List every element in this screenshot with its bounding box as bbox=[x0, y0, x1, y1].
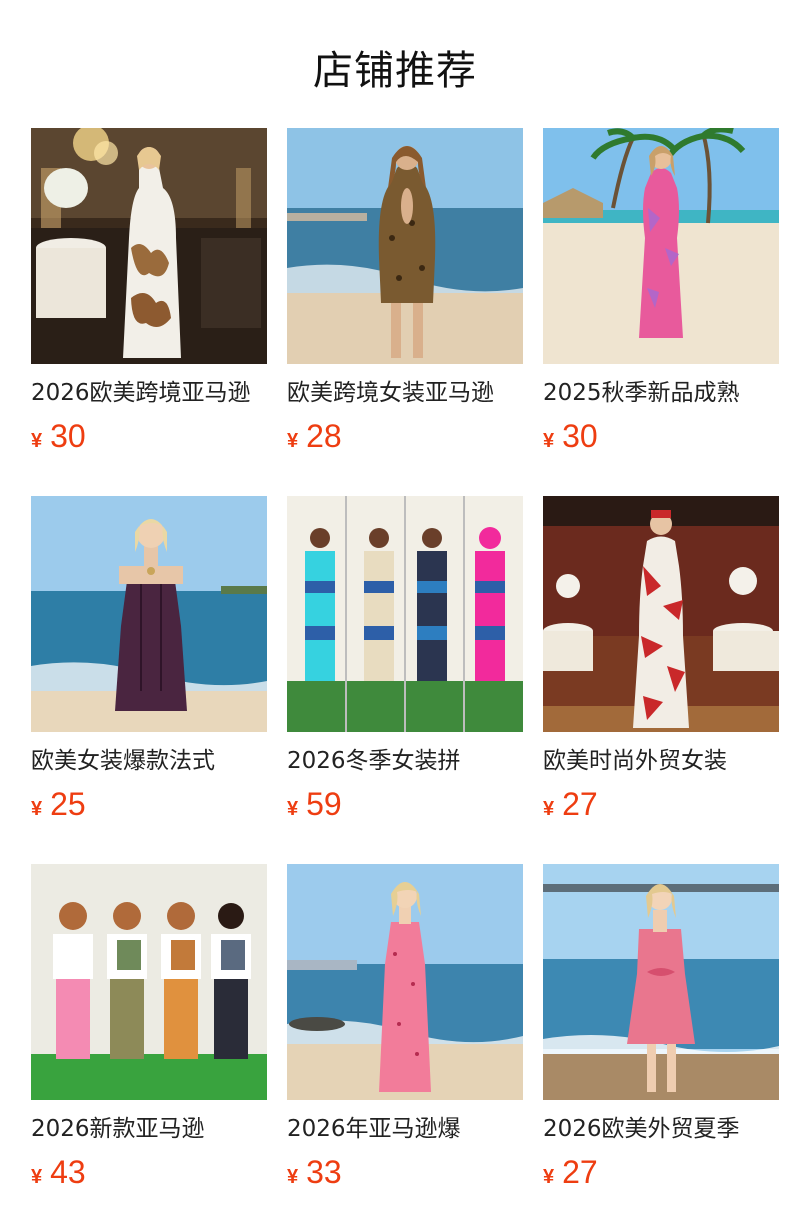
product-name[interactable]: 2026欧美外贸夏季 bbox=[543, 1113, 779, 1145]
price-value: 59 bbox=[306, 786, 342, 822]
currency-symbol: ¥ bbox=[543, 798, 555, 820]
product-image[interactable] bbox=[31, 128, 267, 364]
currency-symbol: ¥ bbox=[31, 798, 43, 820]
product-name[interactable]: 欧美时尚外贸女装 bbox=[543, 745, 779, 777]
product-price: ¥ 25 bbox=[31, 786, 86, 823]
product-price: ¥ 27 bbox=[543, 1154, 598, 1191]
product-name[interactable]: 2026冬季女装拼 bbox=[287, 745, 523, 777]
product-card[interactable]: 2026年亚马逊爆 ¥ 33 bbox=[287, 864, 523, 1232]
product-price: ¥ 43 bbox=[31, 1154, 86, 1191]
product-card[interactable]: 2026欧美外贸夏季 ¥ 27 bbox=[543, 864, 779, 1232]
product-card[interactable]: 欧美时尚外贸女装 ¥ 27 bbox=[543, 496, 779, 864]
product-price: ¥ 28 bbox=[287, 418, 342, 455]
product-name[interactable]: 2026年亚马逊爆 bbox=[287, 1113, 523, 1145]
product-card[interactable]: 2025秋季新品成熟 ¥ 30 bbox=[543, 128, 779, 496]
product-card[interactable]: 欧美女装爆款法式 ¥ 25 bbox=[31, 496, 267, 864]
product-image[interactable] bbox=[287, 864, 523, 1100]
price-value: 43 bbox=[50, 1154, 86, 1190]
price-value: 33 bbox=[306, 1154, 342, 1190]
product-price: ¥ 27 bbox=[543, 786, 598, 823]
product-image[interactable] bbox=[543, 496, 779, 732]
price-value: 25 bbox=[50, 786, 86, 822]
price-value: 28 bbox=[306, 418, 342, 454]
product-price: ¥ 33 bbox=[287, 1154, 342, 1191]
price-value: 30 bbox=[50, 418, 86, 454]
currency-symbol: ¥ bbox=[31, 430, 43, 452]
product-name[interactable]: 2026新款亚马逊 bbox=[31, 1113, 267, 1145]
price-value: 27 bbox=[562, 1154, 598, 1190]
currency-symbol: ¥ bbox=[287, 1166, 299, 1188]
currency-symbol: ¥ bbox=[31, 1166, 43, 1188]
product-image[interactable] bbox=[287, 496, 523, 732]
product-image[interactable] bbox=[543, 128, 779, 364]
product-image[interactable] bbox=[543, 864, 779, 1100]
price-value: 30 bbox=[562, 418, 598, 454]
product-name[interactable]: 欧美女装爆款法式 bbox=[31, 745, 267, 777]
product-card[interactable]: 2026冬季女装拼 ¥ 59 bbox=[287, 496, 523, 864]
currency-symbol: ¥ bbox=[543, 1166, 555, 1188]
product-price: ¥ 59 bbox=[287, 786, 342, 823]
product-card[interactable]: 2026新款亚马逊 ¥ 43 bbox=[31, 864, 267, 1232]
product-name[interactable]: 欧美跨境女装亚马逊 bbox=[287, 377, 523, 409]
product-image[interactable] bbox=[287, 128, 523, 364]
product-name[interactable]: 2025秋季新品成熟 bbox=[543, 377, 779, 409]
product-grid: 2026欧美跨境亚马逊 ¥ 30 欧美跨境女装亚马逊 ¥ 28 2025秋季新品… bbox=[31, 128, 779, 1232]
product-name[interactable]: 2026欧美跨境亚马逊 bbox=[31, 377, 267, 409]
currency-symbol: ¥ bbox=[287, 798, 299, 820]
product-card[interactable]: 2026欧美跨境亚马逊 ¥ 30 bbox=[31, 128, 267, 496]
product-price: ¥ 30 bbox=[543, 418, 598, 455]
product-card[interactable]: 欧美跨境女装亚马逊 ¥ 28 bbox=[287, 128, 523, 496]
price-value: 27 bbox=[562, 786, 598, 822]
product-image[interactable] bbox=[31, 864, 267, 1100]
product-price: ¥ 30 bbox=[31, 418, 86, 455]
currency-symbol: ¥ bbox=[543, 430, 555, 452]
currency-symbol: ¥ bbox=[287, 430, 299, 452]
product-image[interactable] bbox=[31, 496, 267, 732]
page-title: 店铺推荐 bbox=[313, 48, 477, 94]
